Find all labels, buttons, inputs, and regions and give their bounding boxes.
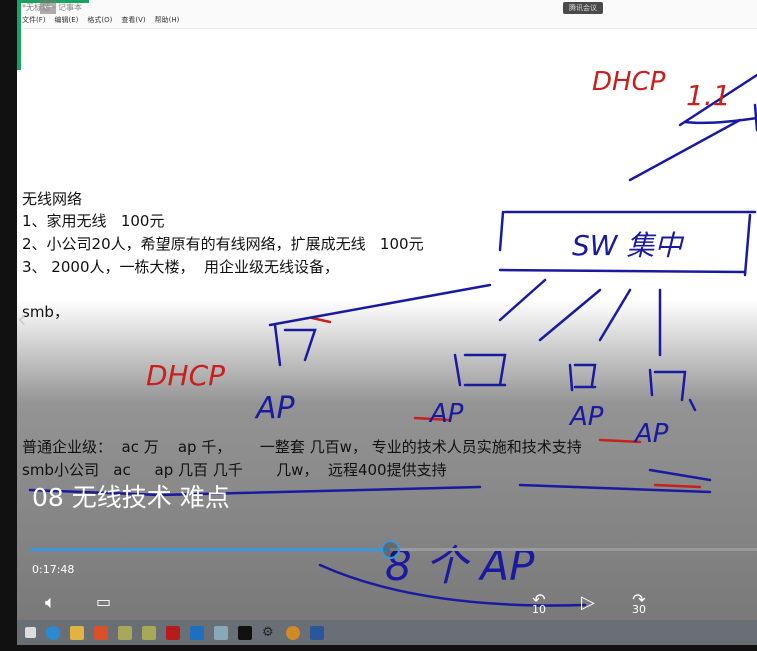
menu-file[interactable]: 文件(F): [22, 15, 46, 25]
menu-format[interactable]: 格式(O): [87, 15, 112, 25]
text-line: 无线网络: [22, 190, 83, 208]
edge-icon[interactable]: [46, 625, 60, 640]
text-line: 普通企业级： ac 万 ap 千， 一整套 几百w， 专业的技术人员实施和技术支…: [22, 438, 582, 456]
explorer-icon[interactable]: [70, 625, 84, 640]
pdf-icon[interactable]: [166, 625, 180, 640]
seek-progress: [30, 548, 390, 551]
word-icon[interactable]: [310, 625, 324, 640]
text-line: 1、家用无线 100元: [22, 212, 165, 230]
menu-help[interactable]: 帮助(H): [155, 15, 180, 25]
menu-view[interactable]: 查看(V): [121, 15, 145, 25]
skip-back-button[interactable]: ↶ 10: [527, 590, 551, 616]
accent-border: [17, 0, 21, 70]
settings-icon[interactable]: ⚙: [262, 625, 276, 640]
skip-back-label: 10: [532, 603, 546, 616]
play-icon[interactable]: ▷: [581, 592, 595, 613]
skip-forward-label: 30: [632, 603, 646, 616]
volume-icon[interactable]: 🔈︎: [45, 592, 56, 613]
subtitles-icon[interactable]: ▭: [96, 592, 111, 611]
start-icon[interactable]: [25, 627, 36, 638]
xmind-icon[interactable]: [94, 625, 108, 640]
menu-bar: 文件(F) 编辑(E) 格式(O) 查看(V) 帮助(H): [22, 15, 179, 25]
seek-handle[interactable]: [380, 540, 400, 559]
notepad-icon[interactable]: [214, 625, 228, 640]
terminal-icon[interactable]: [238, 625, 252, 640]
text-line: smb小公司 ac ap 几百 几千 几w， 远程400提供支持: [22, 461, 447, 479]
meeting-badge: 腾讯会议: [563, 2, 603, 14]
previous-chevron-icon[interactable]: ‹: [17, 305, 27, 333]
search-app-icon[interactable]: [286, 625, 300, 640]
menu-edit[interactable]: 编辑(E): [55, 15, 79, 25]
app-icon[interactable]: [190, 625, 204, 640]
taskbar: ⚙: [17, 620, 757, 645]
current-time: 0:17:48: [32, 563, 75, 576]
window-title: *无标题 - 记事本: [22, 3, 82, 12]
skip-forward-button[interactable]: ↷ 30: [627, 590, 651, 616]
text-line: 2、小公司20人，希望原有的有线网络，扩展成无线 100元: [22, 235, 424, 253]
app-icon[interactable]: [142, 625, 156, 640]
app-icon[interactable]: [118, 625, 132, 640]
text-line: 3、 2000人，一栋大楼， 用企业级无线设备，: [22, 258, 340, 276]
seek-bar[interactable]: [30, 540, 757, 559]
text-line: smb，: [22, 303, 69, 321]
